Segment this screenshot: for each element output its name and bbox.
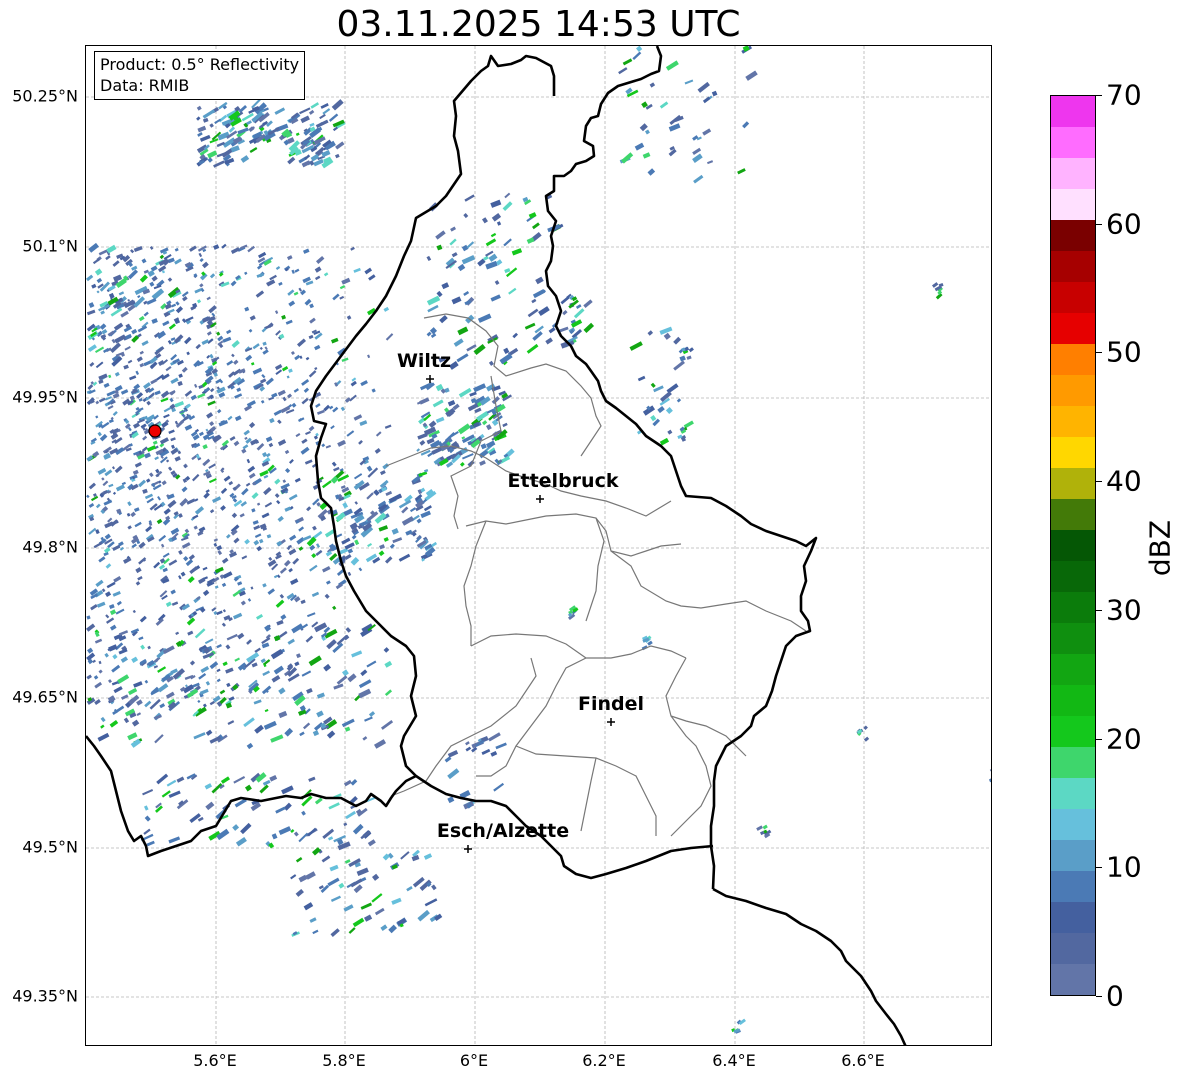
colorbar-segment [1051,964,1095,995]
colorbar-tick-label: 70 [1106,78,1142,112]
lon-tick-label: 5.6°E [193,1051,237,1070]
colorbar-segment [1051,96,1095,127]
colorbar-segment [1051,220,1095,251]
radar-map[interactable] [85,45,992,1046]
colorbar-tick-mark [1096,609,1102,611]
colorbar-tick-label: 50 [1106,335,1142,369]
colorbar-segment [1051,685,1095,716]
colorbar-segment [1051,809,1095,840]
lat-tick-label: 49.5°N [22,837,78,857]
colorbar-segment [1051,127,1095,158]
colorbar-segment [1051,530,1095,561]
city-label-ettelbruck: Ettelbruck [507,470,619,492]
lon-tick-label: 6.2°E [582,1051,626,1070]
colorbar-segment [1051,313,1095,344]
colorbar-segment [1051,561,1095,592]
lat-tick-label: 50.1°N [22,236,78,256]
colorbar-tick-label: 20 [1106,722,1142,756]
city-label-wiltz: Wiltz [396,350,452,372]
lat-tick-label: 49.95°N [12,387,78,407]
data-source-label: Data: RMIB [100,76,190,95]
colorbar-tick-label: 60 [1106,207,1142,241]
colorbar-tick-mark [1096,95,1102,96]
colorbar-segment [1051,623,1095,654]
colorbar-tick-mark [1096,867,1102,869]
lon-tick-label: 5.8°E [322,1051,366,1070]
lon-tick-label: 6.6°E [841,1051,885,1070]
colorbar-segment [1051,654,1095,685]
lon-tick-label: 6°E [459,1051,489,1070]
radar-site [148,424,162,438]
colorbar-segment [1051,592,1095,623]
colorbar-segment [1051,158,1095,189]
colorbar-segment [1051,282,1095,313]
colorbar-label: dBZ [1143,519,1177,577]
colorbar-tick-mark [1096,738,1102,740]
product-label: Product: 0.5° Reflectivity [100,55,300,74]
colorbar-segment [1051,933,1095,964]
colorbar-tick-mark [1096,352,1102,354]
city-label-findel: Findel [577,693,645,715]
colorbar-segment [1051,468,1095,499]
colorbar-segment [1051,716,1095,747]
lat-tick-label: 49.65°N [12,687,78,707]
radar-echoes [86,46,991,1034]
colorbar-tick-label: 30 [1106,593,1142,627]
colorbar-tick-label: 10 [1106,850,1142,884]
colorbar-tick-label: 0 [1106,979,1124,1013]
country-borders [86,46,907,1045]
map-title: 03.11.2025 14:53 UTC [336,4,741,45]
colorbar-tick-mark [1096,996,1102,997]
city-label-esch-alzette: Esch/Alzette [436,820,570,842]
colorbar-segment [1051,375,1095,406]
colorbar-segment [1051,840,1095,871]
product-info-box: Product: 0.5° Reflectivity Data: RMIB [94,51,306,100]
lat-tick-label: 49.8°N [22,537,78,557]
colorbar-segment [1051,251,1095,282]
colorbar-segment [1051,902,1095,933]
colorbar-segment [1051,437,1095,468]
colorbar-segment [1051,499,1095,530]
colorbar-tick-mark [1096,481,1102,483]
gridlines [86,46,991,1045]
colorbar-segment [1051,344,1095,375]
colorbar-segment [1051,189,1095,220]
lat-tick-label: 50.25°N [12,86,78,106]
colorbar-segment [1051,747,1095,778]
dbz-colorbar [1050,95,1096,996]
lat-tick-label: 49.35°N [12,986,78,1006]
lon-tick-label: 6.4°E [712,1051,756,1070]
map-canvas [86,46,991,1045]
colorbar-tick-label: 40 [1106,464,1142,498]
colorbar-tick-mark [1096,223,1102,225]
colorbar-segment [1051,871,1095,902]
colorbar-segment [1051,778,1095,809]
colorbar-segment [1051,406,1095,437]
